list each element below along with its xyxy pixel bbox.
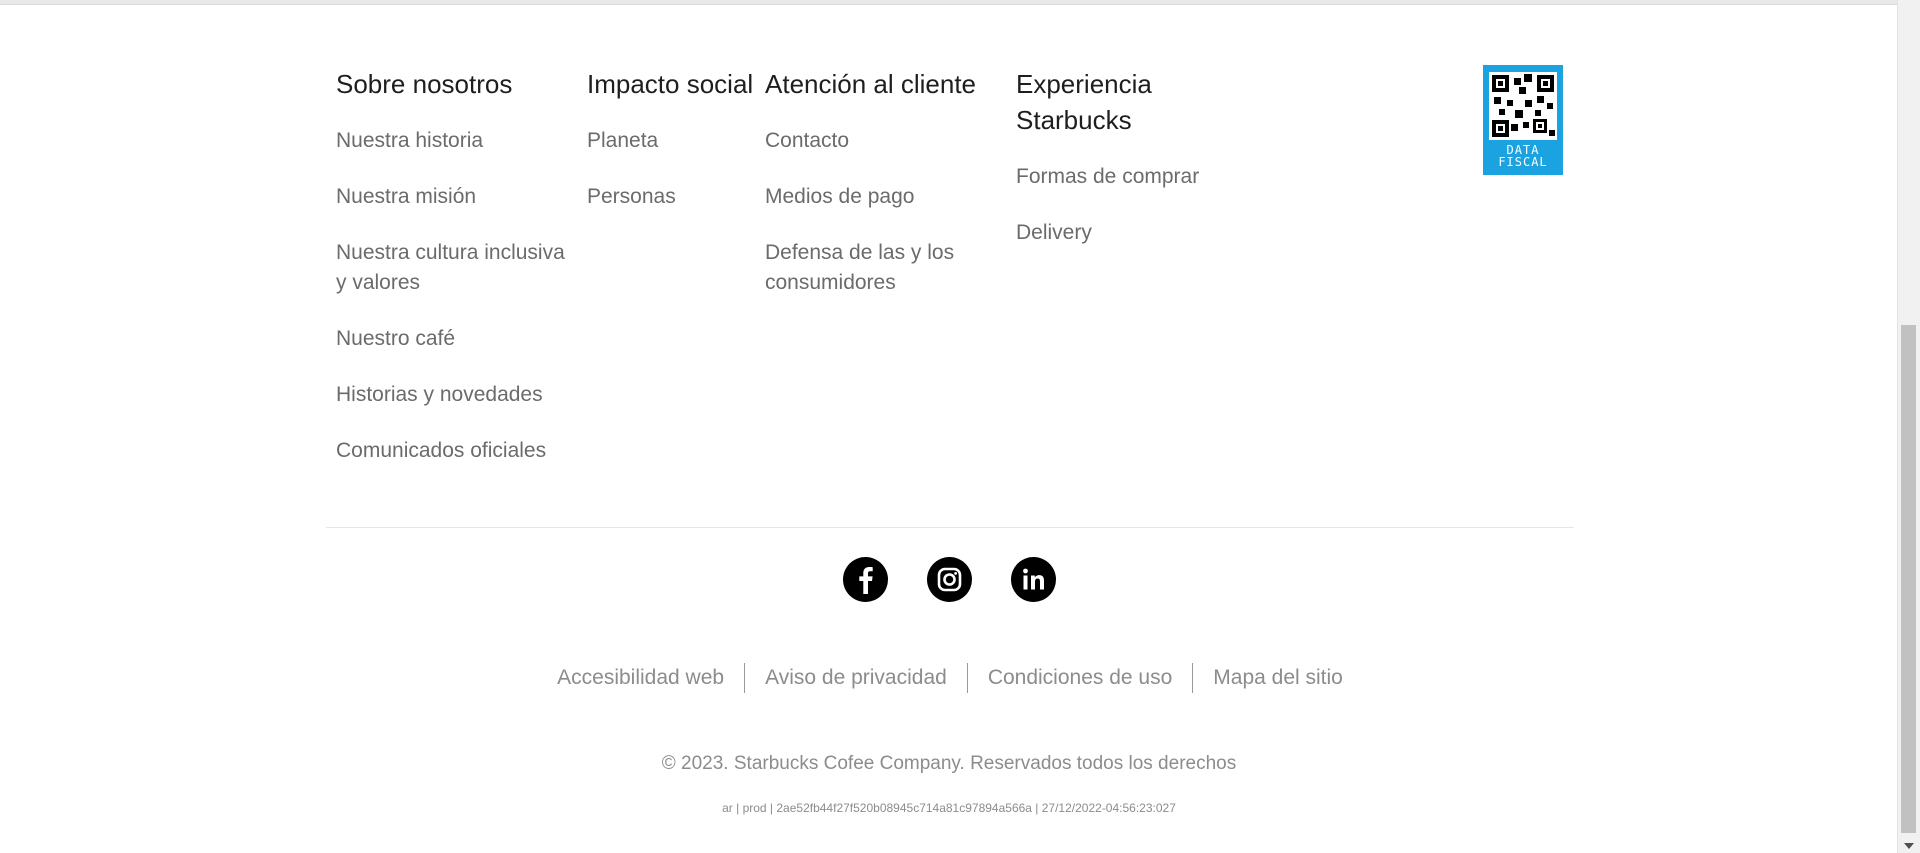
link-accesibilidad-web[interactable]: Accesibilidad web <box>537 663 744 693</box>
link-planeta[interactable]: Planeta <box>587 126 762 156</box>
link-formas-de-comprar[interactable]: Formas de comprar <box>1016 162 1236 192</box>
link-delivery[interactable]: Delivery <box>1016 218 1236 248</box>
footer-columns: Sobre nosotros Nuestra historia Nuestra … <box>336 66 1566 486</box>
vertical-scrollbar[interactable] <box>1897 0 1920 853</box>
link-mapa-sitio[interactable]: Mapa del sitio <box>1193 663 1363 693</box>
data-fiscal-caption-line2: FISCAL <box>1498 155 1548 169</box>
column-title-about: Sobre nosotros <box>336 69 513 99</box>
copyright-text: © 2023. Starbucks Cofee Company. Reserva… <box>661 753 1237 774</box>
link-cultura-inclusiva[interactable]: Nuestra cultura inclusiva y valores <box>336 238 576 298</box>
link-personas[interactable]: Personas <box>587 182 762 212</box>
scrollbar-thumb[interactable] <box>1901 325 1916 833</box>
footer-page: Sobre nosotros Nuestra historia Nuestra … <box>0 0 1920 853</box>
linkedin-icon[interactable] <box>1011 557 1056 602</box>
data-fiscal-qr-badge[interactable]: DATA FISCAL <box>1483 65 1563 175</box>
top-divider <box>0 0 1898 5</box>
build-info: ar | prod | 2ae52fb44f27f520b08945c714a8… <box>722 801 1176 815</box>
legal-links: Accesibilidad web Aviso de privacidad Co… <box>532 660 1368 696</box>
facebook-icon[interactable] <box>843 557 888 602</box>
link-nuestra-mision[interactable]: Nuestra misión <box>336 182 576 212</box>
link-historias-novedades[interactable]: Historias y novedades <box>336 380 576 410</box>
link-nuestra-historia[interactable]: Nuestra historia <box>336 126 576 156</box>
link-comunicados-oficiales[interactable]: Comunicados oficiales <box>336 436 576 466</box>
footer-column-customer-service: Atención al cliente Contacto Medios de p… <box>765 66 1005 324</box>
social-links <box>843 557 1056 603</box>
scroll-down-arrow-icon[interactable] <box>1904 843 1914 849</box>
footer-column-experience: Experiencia Starbucks Formas de comprar … <box>1016 66 1236 274</box>
link-defensa-consumidores[interactable]: Defensa de las y los consumidores <box>765 238 1005 298</box>
data-fiscal-caption: DATA FISCAL <box>1483 144 1563 168</box>
link-nuestro-cafe[interactable]: Nuestro café <box>336 324 576 354</box>
column-title-customer-service: Atención al cliente <box>765 69 977 99</box>
link-aviso-privacidad[interactable]: Aviso de privacidad <box>745 663 967 693</box>
footer-column-about: Sobre nosotros Nuestra historia Nuestra … <box>336 66 576 492</box>
footer-divider <box>326 527 1574 528</box>
link-medios-de-pago[interactable]: Medios de pago <box>765 182 1005 212</box>
instagram-icon[interactable] <box>927 557 972 602</box>
link-condiciones-uso[interactable]: Condiciones de uso <box>968 663 1192 693</box>
footer-column-social-impact: Impacto social Planeta Personas <box>587 66 762 238</box>
link-contacto[interactable]: Contacto <box>765 126 1005 156</box>
column-title-experience: Experiencia Starbucks <box>1016 69 1152 135</box>
qr-code-icon <box>1489 72 1557 140</box>
column-title-social-impact: Impacto social <box>587 69 754 99</box>
